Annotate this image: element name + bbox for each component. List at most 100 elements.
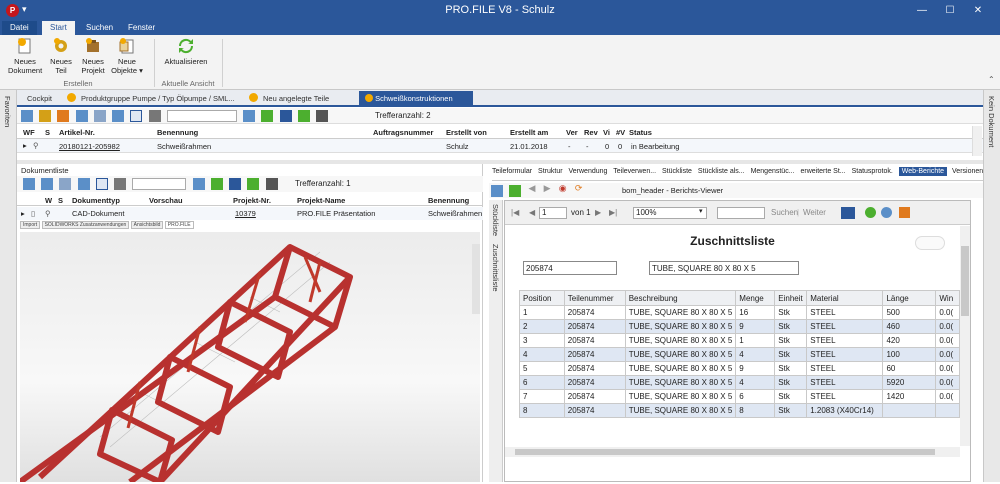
expand-icon[interactable]: ▸ [23, 141, 27, 150]
tab-start[interactable]: Start [42, 21, 75, 35]
refresh-button[interactable]: Aktualisieren [164, 37, 208, 79]
col-s[interactable]: S [58, 196, 63, 205]
col-status[interactable]: Status [629, 128, 652, 137]
back-report-icon[interactable] [881, 207, 892, 218]
grid-icon[interactable] [59, 178, 72, 190]
next-page-icon[interactable]: ▶ [595, 208, 601, 217]
col-project-nr[interactable]: Projekt-Nr. [233, 196, 271, 205]
refresh-report-icon[interactable] [865, 207, 876, 218]
col-preview[interactable]: Vorschau [149, 196, 183, 205]
back-icon[interactable]: ◀ [528, 183, 535, 193]
tab-struktur[interactable]: Struktur [538, 168, 563, 175]
col-auftrag[interactable]: Auftragsnummer [373, 128, 433, 137]
filter-icon[interactable] [229, 178, 242, 190]
first-page-icon[interactable]: |◀ [511, 208, 519, 217]
tab-statusprotokoll[interactable]: Statusprotok. [852, 168, 893, 175]
reload-icon[interactable]: ⟳ [575, 183, 583, 193]
minimize-icon[interactable]: — [912, 3, 932, 18]
tab-teileverwendung[interactable]: Teileverwen... [613, 168, 656, 175]
favorites-strip[interactable]: Favoriten [0, 90, 17, 482]
open-report-icon[interactable] [509, 185, 522, 197]
export-report-icon[interactable] [841, 207, 855, 219]
page-input[interactable]: 1 [539, 207, 567, 219]
tab-profile[interactable]: PRO.FILE [164, 221, 194, 229]
maximize-icon[interactable]: ☐ [940, 3, 960, 18]
col-erstellt-am[interactable]: Erstellt am [510, 128, 548, 137]
tab-viewimage[interactable]: Ansichtsbild [130, 221, 164, 229]
print-report-icon[interactable] [899, 207, 910, 218]
excel-icon[interactable] [247, 178, 260, 190]
project-nr-link[interactable]: 10379 [235, 209, 256, 218]
tab-teileformular[interactable]: Teileformular [492, 168, 532, 175]
forward-icon[interactable]: ▶ [544, 183, 551, 193]
tab-stueckliste-als[interactable]: Stückliste als... [698, 168, 745, 175]
part-icon[interactable] [39, 110, 52, 122]
hscroll-thumb[interactable] [515, 449, 935, 455]
col-erstellt-von[interactable]: Erstellt von [446, 128, 487, 137]
side-tab-stueckliste[interactable]: Stückliste [491, 204, 500, 236]
prev-page-icon[interactable]: ◀ [529, 208, 535, 217]
tab-verwendung[interactable]: Verwendung [569, 168, 608, 175]
new-part-button[interactable]: Neues Teil [44, 37, 78, 79]
artikel-nr-link[interactable]: 20180121-205982 [59, 142, 120, 151]
next-link[interactable]: Weiter [803, 208, 826, 217]
tab-new-parts[interactable]: Neu angelegte Teile [257, 91, 335, 106]
report-toggle[interactable] [915, 236, 945, 250]
grid-settings-icon[interactable] [192, 178, 205, 190]
export-icon[interactable] [210, 178, 223, 190]
col-doctype[interactable]: Dokumenttyp [72, 196, 120, 205]
col-benennung[interactable]: Benennung [157, 128, 198, 137]
report-search-input[interactable] [717, 207, 765, 219]
tab-mengenstueckliste[interactable]: Mengenstüc... [751, 168, 795, 175]
ribbon-collapse-icon[interactable]: ⌃ [988, 75, 995, 84]
cad-viewer[interactable] [18, 232, 480, 484]
table-row[interactable]: ▸ ⚲ 20180121-205982 Schweißrahmen Schulz… [17, 139, 983, 153]
new-report-icon[interactable] [491, 185, 503, 197]
details-icon[interactable] [41, 178, 54, 190]
col-artikel[interactable]: Artikel-Nr. [59, 128, 95, 137]
tab-web-berichte[interactable]: Web-Berichte [898, 167, 948, 176]
column-view-icon[interactable] [130, 110, 143, 122]
tab-stueckliste[interactable]: Stückliste [662, 168, 692, 175]
details-icon[interactable] [75, 110, 88, 122]
col-w[interactable]: W [45, 196, 52, 205]
filter-input[interactable] [166, 110, 237, 122]
search-link[interactable]: Suchen [771, 208, 798, 217]
tool-icon[interactable] [57, 110, 70, 122]
print-icon[interactable] [316, 110, 329, 122]
search-icon[interactable] [77, 178, 90, 190]
new-document-button[interactable]: Neues Dokument [8, 37, 42, 79]
tab-cockpit[interactable]: Cockpit [21, 91, 58, 106]
col-benennung[interactable]: Benennung [428, 196, 469, 205]
new-objects-button[interactable]: Neue Objekte ▾ [110, 37, 144, 79]
tab-weldments[interactable]: Schweißkonstruktionen ✕ [359, 91, 473, 118]
col-ver[interactable]: Ver [566, 128, 578, 137]
tab-versionen[interactable]: Versionen [952, 168, 983, 175]
expand-icon[interactable]: ▸ [21, 209, 25, 218]
stop-icon[interactable]: ◉ [559, 183, 567, 193]
table-row[interactable]: ▸ ▯ ⚲ CAD-Dokument 10379 PRO.FILE Präsen… [17, 207, 483, 220]
top-scrollbar[interactable] [972, 126, 982, 156]
doc-filter-input[interactable] [132, 178, 187, 190]
tab-fenster[interactable]: Fenster [120, 21, 163, 35]
grid-icon[interactable] [93, 110, 106, 122]
print-icon[interactable] [265, 178, 278, 190]
col-wf[interactable]: WF [23, 128, 35, 137]
col-v[interactable]: #V [616, 128, 625, 137]
grid-settings-icon[interactable] [243, 110, 256, 122]
search-icon[interactable] [112, 110, 125, 122]
filter-icon[interactable] [279, 110, 292, 122]
excel-icon[interactable] [297, 110, 310, 122]
col-vi[interactable]: Vi [603, 128, 610, 137]
tab-datei[interactable]: Datei [2, 21, 37, 35]
tab-product-group[interactable]: Produktgruppe Pumpe / Typ Ölpumpe / SML.… [75, 91, 241, 106]
tab-suchen[interactable]: Suchen [78, 21, 121, 35]
columns-icon[interactable] [148, 110, 161, 122]
zoom-select[interactable]: 100% [633, 207, 707, 219]
side-tab-zuschnitt[interactable]: Zuschnittsliste [491, 244, 500, 292]
list-view-icon[interactable] [23, 178, 35, 190]
scroll-thumb[interactable] [961, 246, 969, 316]
zoom-dropdown-icon[interactable]: ▾ [699, 207, 703, 215]
tab-erweiterte[interactable]: erweiterte St... [800, 168, 845, 175]
export-icon[interactable] [261, 110, 274, 122]
